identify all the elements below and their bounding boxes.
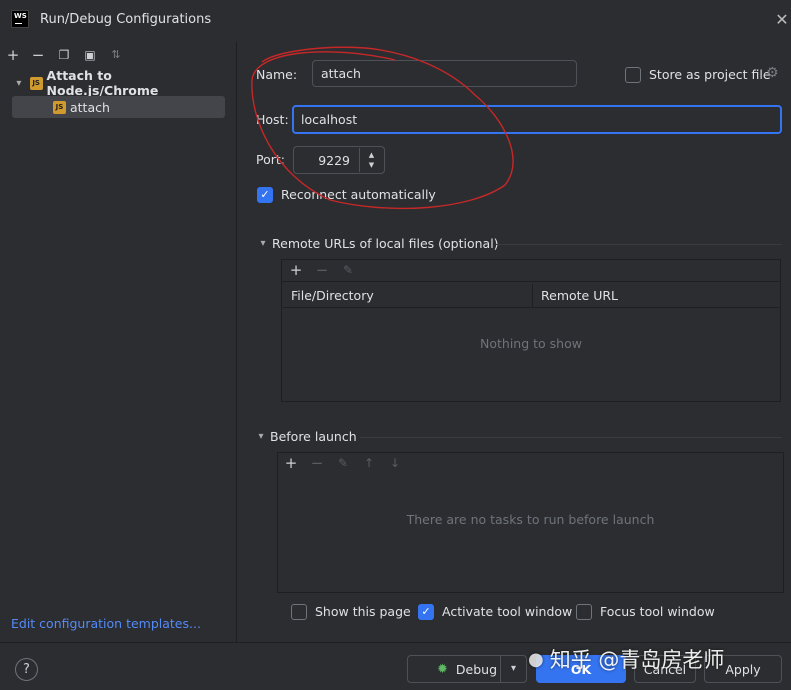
show-page-checkbox[interactable] [291, 604, 307, 620]
empty-tasks-text: There are no tasks to run before launch [406, 512, 655, 527]
js-config-icon: JS [29, 76, 43, 90]
gear-icon[interactable]: ⚙ [766, 65, 779, 81]
activate-tool-window-checkbox[interactable]: ✓ [418, 604, 434, 620]
remove-icon[interactable]: − [308, 454, 326, 472]
reconnect-label: Reconnect automatically [281, 187, 436, 202]
wechat-logo-icon: ● [528, 648, 544, 670]
watermark-text: 知乎 @青岛房老师 [549, 648, 725, 672]
before-launch-list: + − ✎ ↑ ↓ There are no tasks to run befo… [277, 452, 784, 593]
remote-urls-table: + − ✎ File/Directory Remote URL Nothing … [281, 259, 781, 402]
webstorm-logo-icon: WS [11, 10, 29, 28]
spinner-up-icon[interactable]: ▲ [360, 150, 383, 160]
copy-icon[interactable]: ❐ [55, 46, 73, 64]
section-divider [360, 437, 782, 438]
chevron-down-icon[interactable]: ▾ [12, 78, 26, 89]
edit-pencil-icon[interactable]: ✎ [339, 261, 357, 279]
js-config-icon: JS [53, 100, 66, 114]
store-project-file-checkbox[interactable] [625, 67, 641, 83]
table-toolbar: + − ✎ [282, 260, 780, 282]
host-label: Host: [256, 112, 289, 127]
tree-group-label: Attach to Node.js/Chrome [46, 68, 159, 98]
host-input[interactable] [292, 105, 782, 134]
add-icon[interactable]: + [4, 46, 22, 64]
close-icon[interactable]: ✕ [772, 9, 791, 31]
empty-table-text: Nothing to show [480, 336, 582, 351]
debug-button[interactable]: ✹ Debug ▾ [407, 655, 527, 683]
window-title: Run/Debug Configurations [40, 12, 212, 27]
before-launch-header[interactable]: ▾ Before launch [256, 429, 357, 444]
debug-button-label: Debug [455, 661, 497, 677]
before-launch-title: Before launch [270, 429, 357, 444]
watermark: ● 知乎 @青岛房老师 [528, 642, 724, 676]
chevron-down-icon[interactable]: ▾ [256, 431, 266, 442]
show-page-label: Show this page [315, 604, 411, 619]
sort-icon[interactable]: ⇅ [107, 46, 125, 64]
column-header-remote-url[interactable]: Remote URL [533, 284, 780, 308]
list-toolbar: + − ✎ ↑ ↓ [278, 453, 783, 475]
edit-pencil-icon[interactable]: ✎ [334, 454, 352, 472]
title-bar: WS Run/Debug Configurations ✕ [0, 0, 791, 42]
remove-icon[interactable]: − [29, 46, 47, 64]
tree-item-attach[interactable]: JS attach [12, 96, 225, 118]
new-folder-icon[interactable]: ▣ [81, 46, 99, 64]
help-button[interactable]: ? [15, 658, 38, 681]
remove-icon[interactable]: − [313, 261, 331, 279]
name-input[interactable] [312, 60, 577, 87]
add-icon[interactable]: + [287, 261, 305, 279]
focus-tool-window-label: Focus tool window [600, 604, 715, 619]
reconnect-checkbox[interactable]: ✓ [257, 187, 273, 203]
tree-item-label: attach [70, 99, 110, 115]
port-label: Port: [256, 152, 285, 167]
remote-urls-title: Remote URLs of local files (optional) [272, 236, 499, 251]
chevron-down-icon[interactable]: ▾ [500, 656, 526, 682]
activate-tool-window-label: Activate tool window [442, 604, 573, 619]
bug-icon: ✹ [436, 661, 448, 677]
name-label: Name: [256, 67, 298, 82]
add-icon[interactable]: + [282, 454, 300, 472]
chevron-down-icon[interactable]: ▾ [258, 238, 268, 249]
spinner-down-icon[interactable]: ▼ [360, 160, 383, 170]
section-divider [496, 244, 782, 245]
focus-tool-window-checkbox[interactable] [576, 604, 592, 620]
column-header-file-directory[interactable]: File/Directory [283, 284, 533, 308]
app-logo-text: WS [14, 12, 27, 20]
remote-urls-header[interactable]: ▾ Remote URLs of local files (optional) [258, 236, 499, 251]
configurations-sidebar: + − ❐ ▣ ⇅ ▾ JS Attach to Node.js/Chrome … [0, 42, 237, 642]
move-up-icon[interactable]: ↑ [360, 454, 378, 472]
move-down-icon[interactable]: ↓ [386, 454, 404, 472]
edit-templates-link[interactable]: Edit configuration templates... [11, 616, 201, 631]
store-project-file-label: Store as project file [649, 67, 771, 82]
tree-group-attach-node[interactable]: ▾ JS Attach to Node.js/Chrome [12, 68, 225, 98]
port-spinner[interactable]: ▲ ▼ [359, 148, 383, 172]
